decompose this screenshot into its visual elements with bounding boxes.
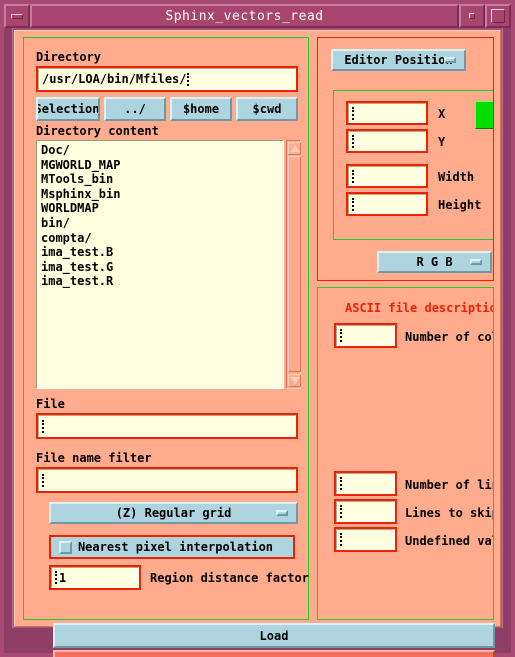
number-of-columns-input[interactable]	[334, 323, 397, 348]
lines-to-skip-label: Lines to skip	[405, 506, 494, 520]
text-caret	[352, 134, 356, 148]
region-distance-input[interactable]: 1	[49, 565, 141, 590]
scroll-down-arrow-icon[interactable]	[288, 374, 301, 387]
maximize-button[interactable]	[485, 4, 511, 28]
listitem[interactable]: bin/	[41, 216, 283, 231]
listitem[interactable]: ima_test.B	[41, 245, 283, 260]
titlebar: Sphinx_vectors_read	[4, 4, 511, 28]
directory-input-value: /usr/LOA/bin/Mfiles/	[42, 72, 187, 86]
grid-type-dropdown[interactable]: (Z) Regular grid	[49, 502, 298, 524]
text-caret	[42, 419, 46, 433]
editor-height-label: Height	[438, 198, 482, 212]
minimize-button[interactable]	[459, 4, 485, 28]
editor-position-dropdown[interactable]: Editor Position	[331, 49, 466, 71]
number-of-lines-label: Number of lines	[405, 478, 493, 492]
selection-button[interactable]: Selection	[36, 97, 100, 121]
editor-x-input[interactable]	[346, 101, 428, 125]
listitem[interactable]: ima_test.R	[41, 274, 283, 289]
listitem[interactable]: Msphinx_bin	[41, 187, 283, 202]
color-swatch[interactable]	[475, 101, 493, 129]
editor-height-input[interactable]	[346, 192, 428, 216]
rgb-label: R G B	[416, 255, 453, 269]
editor-position-label: Editor Position	[344, 53, 453, 67]
listitem[interactable]: compta/	[41, 231, 283, 246]
directory-label: Directory	[36, 50, 102, 64]
home-dir-button-label: $home	[182, 102, 220, 116]
text-caret	[42, 473, 46, 487]
selection-button-label: Selection	[36, 102, 100, 116]
checkbox-icon[interactable]	[59, 540, 72, 554]
listitem[interactable]: WORLDMAP	[41, 201, 283, 216]
file-label: File	[36, 397, 65, 411]
window-menu-icon	[11, 13, 23, 19]
client-area: Directory /usr/LOA/bin/Mfiles/ Selection…	[14, 30, 501, 657]
editor-position-panel: Editor Position X Y Width Height R G B	[317, 37, 494, 281]
region-distance-label: Region distance factor	[150, 571, 309, 585]
text-caret	[340, 477, 344, 490]
directory-list-scrollbar[interactable]	[286, 140, 301, 389]
editor-width-label: Width	[438, 170, 475, 184]
editor-coordinates-group: X Y Width Height	[333, 90, 493, 240]
text-caret	[352, 169, 356, 183]
window-left-resize-handle[interactable]	[4, 28, 13, 628]
minimize-icon	[469, 13, 475, 19]
editor-width-input[interactable]	[346, 164, 428, 188]
listitem[interactable]: Doc/	[41, 143, 283, 158]
window-menu-button[interactable]	[4, 4, 30, 28]
window-right-resize-handle[interactable]	[502, 28, 511, 628]
undefined-value-input[interactable]	[334, 527, 397, 552]
parent-dir-button[interactable]: ../	[104, 97, 166, 121]
maximize-icon	[491, 9, 505, 23]
directory-input[interactable]: /usr/LOA/bin/Mfiles/	[36, 66, 298, 92]
directory-content-list[interactable]: Doc/ MGWORLD_MAP MTools_bin Msphinx_bin …	[36, 140, 284, 389]
chevron-down-icon	[444, 57, 456, 63]
region-distance-value: 1	[59, 570, 67, 585]
chevron-down-icon	[276, 510, 288, 516]
ascii-panel-title: ASCII file description	[345, 301, 494, 315]
text-caret	[186, 72, 191, 86]
load-button[interactable]: Load	[53, 623, 495, 648]
number-of-lines-input[interactable]	[334, 471, 397, 496]
nearest-pixel-interpolation-label: Nearest pixel interpolation	[77, 540, 274, 554]
editor-x-label: X	[438, 107, 446, 121]
number-of-columns-label: Number of colu	[405, 330, 493, 344]
editor-y-label: Y	[438, 135, 446, 149]
load-button-label: Load	[259, 628, 289, 643]
file-filter-label: File name filter	[36, 451, 152, 465]
text-caret	[352, 106, 356, 120]
lines-to-skip-input[interactable]	[334, 499, 397, 524]
listitem[interactable]: MTools_bin	[41, 172, 283, 187]
scroll-up-arrow-icon[interactable]	[288, 142, 301, 155]
listitem[interactable]: MGWORLD_MAP	[41, 158, 283, 173]
application-window: Sphinx_vectors_read Directory /usr/LOA/b…	[0, 0, 515, 657]
text-caret	[352, 197, 356, 211]
grid-type-label: (Z) Regular grid	[115, 506, 232, 520]
home-dir-button[interactable]: $home	[170, 97, 232, 121]
cwd-button-label: $cwd	[252, 102, 282, 116]
file-input[interactable]	[36, 413, 298, 439]
close-button[interactable]: Close	[53, 650, 495, 657]
listitem[interactable]: ima_test.G	[41, 260, 283, 275]
rgb-dropdown[interactable]: R G B	[377, 251, 492, 273]
text-caret	[340, 505, 344, 518]
parent-dir-button-label: ../	[124, 102, 146, 116]
file-filter-input[interactable]	[36, 467, 298, 493]
cwd-button[interactable]: $cwd	[236, 97, 298, 121]
ascii-file-description-panel: ASCII file description Number of colu Nu…	[317, 287, 494, 620]
nearest-pixel-interpolation-toggle[interactable]: Nearest pixel interpolation	[49, 535, 295, 559]
undefined-value-label: Undefined value	[405, 534, 493, 548]
window-title: Sphinx_vectors_read	[30, 4, 459, 28]
text-caret	[340, 329, 344, 342]
chevron-down-icon	[470, 259, 482, 265]
directory-content-label: Directory content	[36, 124, 159, 138]
editor-y-input[interactable]	[346, 129, 428, 153]
directory-panel: Directory /usr/LOA/bin/Mfiles/ Selection…	[23, 37, 309, 620]
text-caret	[340, 533, 344, 546]
scrollbar-thumb[interactable]	[288, 156, 301, 372]
